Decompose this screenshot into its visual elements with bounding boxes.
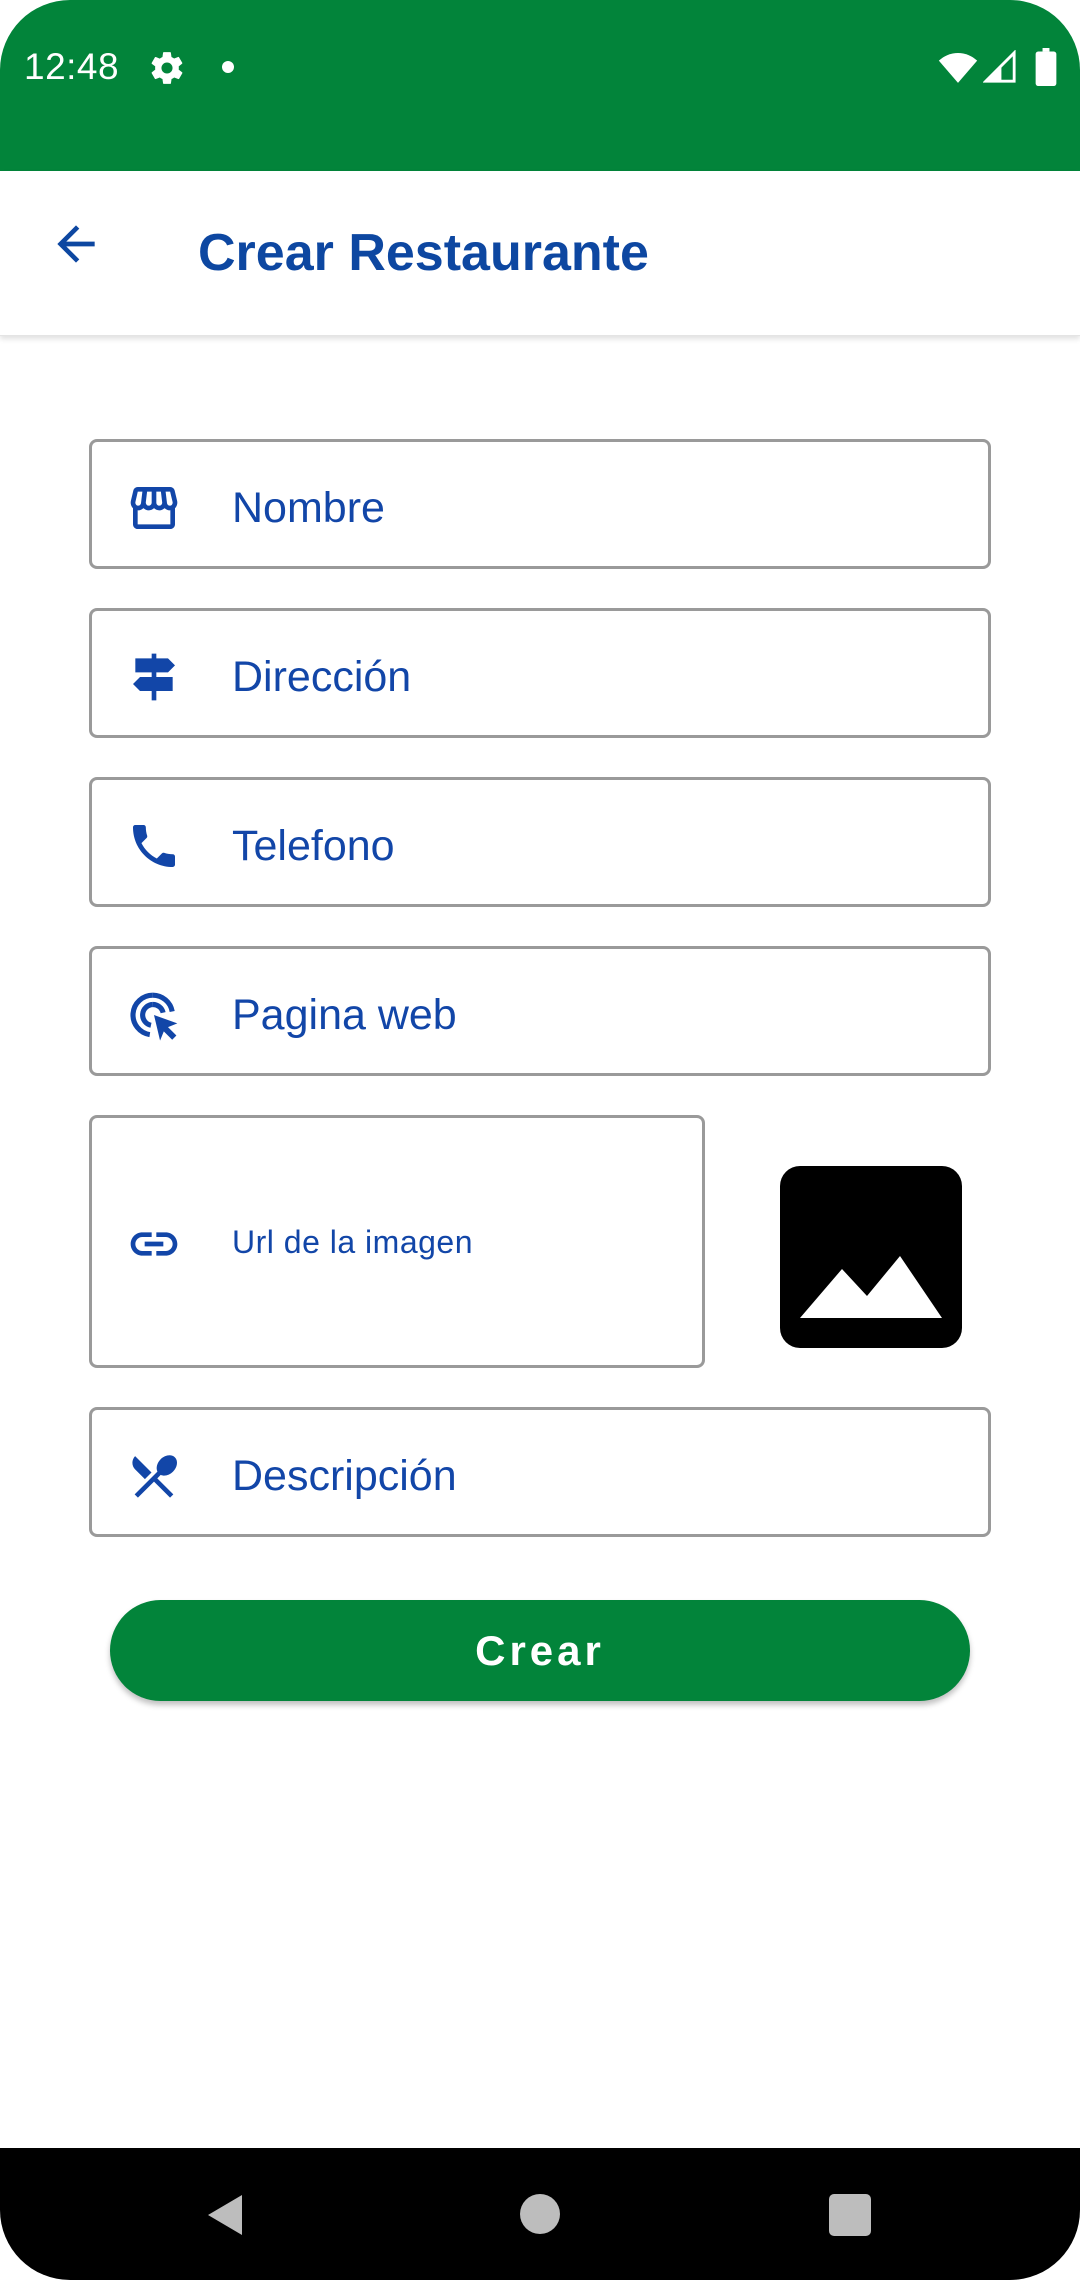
create-button[interactable]: Crear — [110, 1600, 970, 1701]
phone-label: Telefono — [232, 822, 395, 870]
nav-recents-icon[interactable] — [829, 2194, 871, 2236]
page-title: Crear Restaurante — [198, 224, 649, 282]
storefront-icon — [130, 487, 178, 529]
signpost-icon — [133, 653, 175, 701]
gear-icon — [151, 52, 183, 84]
image-url-label: Url de la imagen — [232, 1224, 473, 1260]
notification-dot — [222, 61, 234, 73]
app-bar: Crear Restaurante — [0, 171, 1080, 336]
address-label: Dirección — [232, 653, 412, 701]
image-icon — [800, 1256, 942, 1318]
phone-field[interactable]: Telefono — [89, 777, 991, 907]
website-field[interactable]: Pagina web — [89, 946, 991, 1076]
image-preview[interactable] — [780, 1166, 962, 1348]
nav-back-icon[interactable] — [202, 2190, 250, 2240]
restaurant-icon — [132, 1455, 178, 1498]
image-url-field[interactable]: Url de la imagen — [89, 1115, 705, 1368]
wifi-icon — [938, 53, 978, 83]
website-label: Pagina web — [232, 991, 457, 1039]
phone-icon — [133, 825, 175, 867]
nav-home-icon[interactable] — [520, 2194, 560, 2234]
name-label: Nombre — [232, 484, 385, 532]
signal-icon — [983, 50, 1016, 83]
battery-icon — [1035, 48, 1057, 86]
arrow-back-icon[interactable] — [48, 216, 104, 272]
status-time: 12:48 — [24, 46, 120, 87]
link-icon — [130, 1232, 178, 1256]
navigation-bar — [0, 2148, 1080, 2280]
address-field[interactable]: Dirección — [89, 608, 991, 738]
web-click-icon — [130, 992, 178, 1041]
description-label: Descripción — [232, 1452, 457, 1500]
name-field[interactable]: Nombre — [89, 439, 991, 569]
description-field[interactable]: Descripción — [89, 1407, 991, 1537]
status-bar: 12:48 — [0, 0, 1080, 171]
